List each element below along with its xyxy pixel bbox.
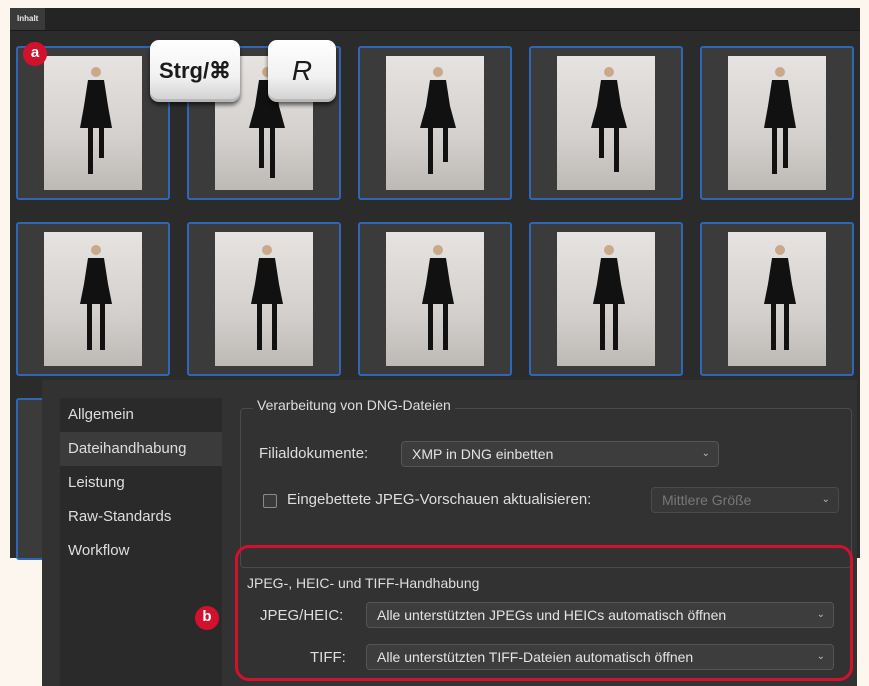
dng-section-title: Verarbeitung von DNG-Dateien [253,397,455,413]
r-key: R [268,40,336,102]
jpeg-preview-select[interactable]: Mittlere Größe ⌄ [651,487,839,513]
thumbnail-image [557,56,655,190]
thumbnail[interactable] [700,222,854,376]
sidebar-item-allgemein[interactable]: Allgemein [60,398,222,432]
ctrl-cmd-key: Strg/⌘ [150,40,240,102]
jpeg-section-highlight [235,545,853,681]
sidebar-item-workflow[interactable]: Workflow [60,534,222,568]
thumbnail-image [557,232,655,366]
thumbnail-image [215,232,313,366]
jpeg-preview-label: Eingebettete JPEG-Vorschauen aktualisier… [287,491,592,508]
dng-section: Verarbeitung von DNG-Dateien Filialdokum… [240,397,852,568]
thumbnail[interactable] [529,222,683,376]
thumbnail-image [728,56,826,190]
chevron-down-icon: ⌄ [821,494,830,505]
filial-select[interactable]: XMP in DNG einbetten ⌄ [401,441,719,467]
thumbnail-image [386,232,484,366]
thumbnail[interactable] [187,222,341,376]
thumbnail-image [728,232,826,366]
preferences-sidebar: Allgemein Dateihandhabung Leistung Raw-S… [60,398,222,686]
thumbnail[interactable] [700,46,854,200]
jpeg-preview-checkbox[interactable] [263,494,277,508]
tab-bar: Inhalt [10,8,860,31]
filial-label: Filialdokumente: [259,445,369,462]
sidebar-item-leistung[interactable]: Leistung [60,466,222,500]
sidebar-item-raw-standards[interactable]: Raw-Standards [60,500,222,534]
thumbnail[interactable] [529,46,683,200]
chevron-down-icon: ⌄ [701,448,710,459]
thumbnail[interactable] [16,46,170,200]
thumbnail-image [44,232,142,366]
thumbnail[interactable] [16,222,170,376]
thumbnail-image [386,56,484,190]
tab-inhalt[interactable]: Inhalt [10,8,46,30]
thumbnail[interactable] [358,46,512,200]
thumbnail-image [44,56,142,190]
callout-badge-b: b [195,606,219,630]
filial-select-value: XMP in DNG einbetten [412,446,554,462]
jpeg-preview-select-value: Mittlere Größe [662,492,752,508]
thumbnail[interactable] [358,222,512,376]
callout-badge-a: a [23,42,47,66]
sidebar-item-dateihandhabung[interactable]: Dateihandhabung [60,432,222,466]
